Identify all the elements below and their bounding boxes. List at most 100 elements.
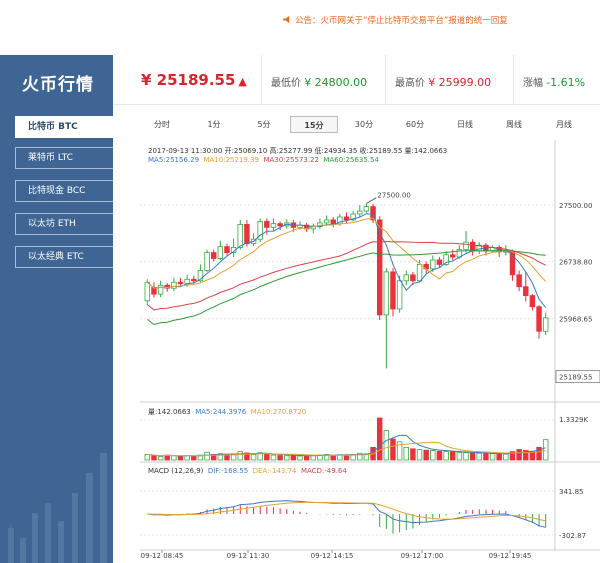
change-value: -1.61% [546, 76, 586, 89]
sidebar-item-etc[interactable]: 以太经典 ETC [15, 246, 113, 268]
volume-bar [430, 450, 436, 461]
candle-body [450, 254, 456, 258]
sidebar-item-ltc[interactable]: 莱特币 LTC [15, 147, 113, 169]
volume-bar [264, 453, 270, 461]
volume-bar [423, 449, 429, 461]
candle-body [343, 216, 350, 221]
macd-tick-label: 341.85 [559, 488, 584, 496]
tab-5min[interactable]: 5分 [243, 116, 285, 133]
kline-chart[interactable]: 2017-09-13 11:30:00 开:25069.10 高:25277.9… [140, 140, 600, 563]
sidebar-item-btc[interactable]: 比特币 BTC [15, 116, 113, 138]
volume-ma5: MA5:244.3976 [195, 408, 247, 416]
volume-bar [516, 449, 522, 461]
candle-body [523, 286, 529, 297]
volume-bar [410, 448, 416, 461]
low-price-value: ¥ 24800.00 [304, 76, 368, 89]
ma30-legend: MA30:25573.22 [263, 156, 319, 164]
tab-30min[interactable]: 30分 [343, 116, 385, 133]
notice-link[interactable]: 公告：火币网关于“停止比特币交易平台”报道的统一回复 [282, 14, 508, 26]
high-price: 最高价 ¥ 25999.00 [395, 74, 491, 89]
volume-bar [330, 454, 336, 461]
skyline-decoration [8, 453, 107, 563]
candle-info: 2017-09-13 11:30:00 开:25069.10 高:25277.9… [148, 147, 448, 155]
candle-body [171, 281, 177, 289]
macd-label: MACD (12,26,9) [148, 467, 204, 475]
x-tick-label: 09-12 19:45 [489, 552, 532, 560]
high-price-label: 最高价 [395, 78, 425, 89]
candle-body [403, 274, 409, 282]
price-tick-label: 25968.65 [559, 316, 592, 324]
divider [385, 55, 386, 105]
volume-legend: 量:142.0663 MA5:244.3976 MA10:270.8720 [148, 407, 306, 417]
candle-body [363, 206, 370, 212]
sidebar-item-label: 比特现金 BCC [28, 186, 86, 196]
candle-body [144, 281, 151, 302]
candle-body [204, 252, 210, 271]
change-label: 涨幅 [523, 78, 543, 89]
volume-bar [503, 453, 509, 461]
candle-body [463, 241, 469, 251]
candle-body [244, 223, 250, 245]
candle-body [357, 210, 363, 215]
volume-bar [443, 451, 449, 461]
price-header: ¥ 25189.55 ▲ 最低价 ¥ 24800.00 最高价 ¥ 25999.0… [113, 55, 600, 105]
notice-bar: 公告：火币网关于“停止比特币交易平台”报道的统一回复 [0, 0, 600, 46]
tab-1min[interactable]: 1分 [193, 116, 235, 133]
volume-bar [250, 454, 257, 461]
volume-bar [290, 454, 297, 461]
period-tabs: 分时 1分 5分 15分 30分 60分 日线 周线 月线 [113, 112, 600, 136]
volume-bar [297, 455, 303, 461]
candle-body [237, 223, 243, 248]
sidebar-item-label: 比特币 BTC [28, 122, 78, 132]
volume-bar [376, 417, 383, 461]
x-tick-label: 09-12 08:45 [141, 552, 184, 560]
tab-15min[interactable]: 15分 [290, 116, 338, 133]
change-rate: 涨幅 -1.61% [523, 74, 585, 89]
candle-body [277, 223, 283, 227]
sidebar: 火币行情 比特币 BTC 莱特币 LTC 比特现金 BCC 以太坊 ETH 以太… [0, 55, 113, 563]
volume-bar [476, 452, 483, 461]
dea-value: DEA:-143.74 [252, 467, 297, 475]
candle-body [217, 246, 224, 259]
volume-tick-label: 1.3329K [559, 416, 588, 424]
candle-body [210, 252, 217, 259]
divider [513, 55, 514, 105]
volume-bar [469, 452, 476, 461]
tab-timeshare[interactable]: 分时 [141, 116, 183, 133]
volume-bar [456, 451, 463, 461]
volume-bar [191, 455, 197, 461]
tab-weekly[interactable]: 周线 [493, 116, 535, 133]
ma-legend: MA5:25156.29 MA10:25219.39 MA30:25573.22… [148, 156, 379, 164]
candle-body [436, 259, 443, 265]
volume-bar [390, 438, 396, 461]
candle-body [383, 271, 390, 316]
candle-body [396, 280, 403, 310]
volume-bar [416, 449, 423, 461]
volume-bar [151, 455, 157, 461]
sidebar-item-bcc[interactable]: 比特现金 BCC [15, 180, 113, 202]
tab-60min[interactable]: 60分 [394, 116, 436, 133]
volume-bar [157, 456, 164, 461]
sidebar-item-label: 以太坊 ETH [28, 219, 76, 229]
last-price-label: 25189.55 [559, 374, 592, 382]
candle-body [191, 278, 197, 282]
volume-bar [450, 451, 456, 461]
tab-monthly[interactable]: 月线 [543, 116, 585, 133]
volume-bar [270, 454, 277, 461]
volume-bar [144, 453, 151, 461]
x-tick-label: 09-12 11:30 [227, 552, 270, 560]
volume-bar [303, 455, 310, 461]
macd-value: MACD:-49.64 [300, 467, 347, 475]
candle-body [416, 264, 423, 282]
volume-bar [284, 455, 290, 461]
max-marker-label: 27500.00 [377, 192, 410, 200]
notice-text: 公告：火币网关于“停止比特币交易平台”报道的统一回复 [295, 16, 508, 26]
volume-ma10: MA10:270.8720 [250, 408, 307, 416]
sidebar-item-eth[interactable]: 以太坊 ETH [15, 213, 113, 235]
candle-body [469, 241, 476, 252]
current-price: ¥ 25189.55 ▲ [141, 71, 247, 89]
sidebar-item-label: 莱特币 LTC [28, 153, 73, 163]
candle-body [529, 295, 536, 308]
tab-daily[interactable]: 日线 [444, 116, 486, 133]
price-tick-label: 27500.00 [559, 202, 592, 210]
